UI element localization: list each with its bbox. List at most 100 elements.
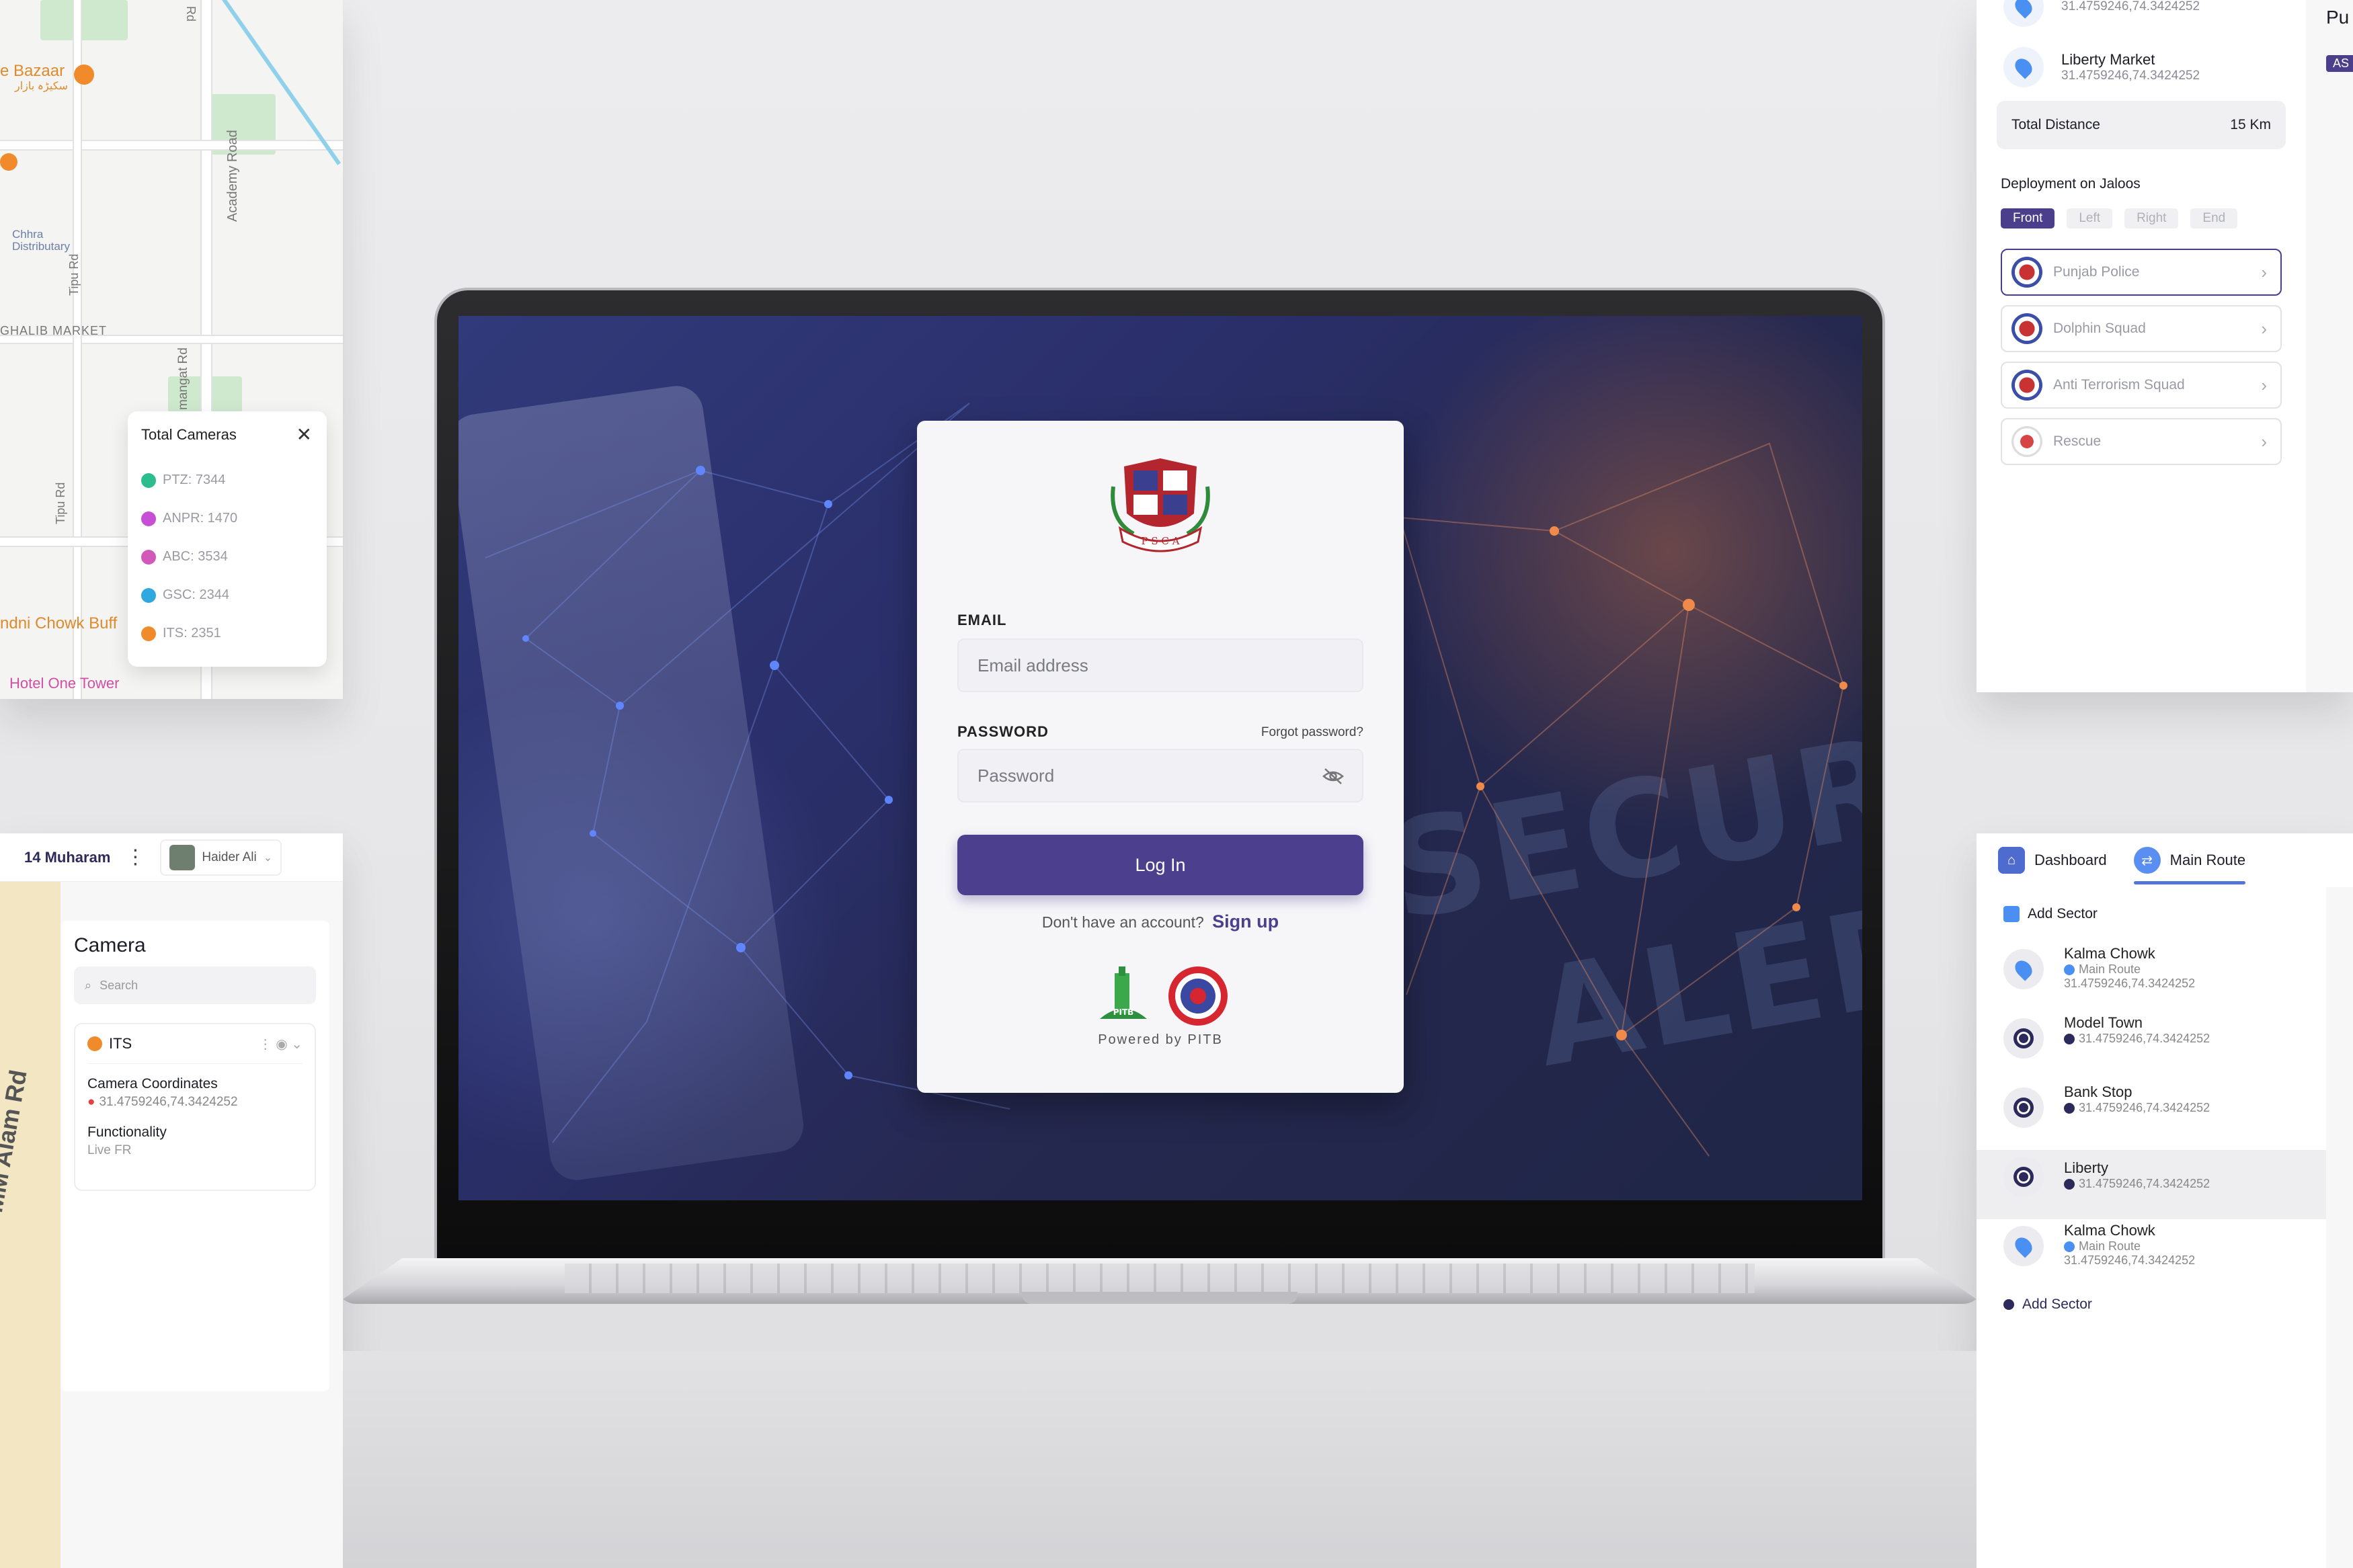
svg-text:PITB: PITB (1113, 1007, 1134, 1017)
camera-panel: Camera ⌕ Search ITS ⋮ ◉ ⌄ Camera Coordin… (61, 921, 329, 1391)
total-cameras-popup: Total Cameras ✕ PTZ: 7344 ANPR: 1470 ABC… (128, 411, 327, 667)
crest-text: P S C A (1142, 535, 1180, 547)
mockup-scene: e Bazaar سکیڑہ بازار Chhra Distributary … (0, 0, 2353, 1568)
squad-item-punjab-police[interactable]: Punjab Police › (2001, 249, 2282, 296)
punjab-police-logo (1168, 966, 1228, 1026)
forgot-password-link[interactable]: Forgot password? (1261, 725, 1363, 740)
sector-panel: Add Sector Kalma Chowk Main Route 31.47592… (1977, 887, 2326, 1568)
map-label: e Bazaar (0, 62, 65, 80)
chevron-right-icon: › (2261, 318, 2267, 339)
route-panel: 31.4759246,74.3424252 Liberty Market 31.… (1977, 0, 2306, 692)
chip-left[interactable]: Left (2067, 208, 2113, 229)
squad-item-anti-terrorism[interactable]: Anti Terrorism Squad › (2001, 362, 2282, 409)
chevron-down-icon: ⌄ (263, 852, 273, 864)
more-vertical-icon[interactable]: ⋮ (125, 845, 145, 869)
map-label: GHALIB MARKET (0, 324, 108, 337)
its-camera-icon (87, 1036, 102, 1051)
functionality-value: Live FR (87, 1143, 132, 1157)
location-row[interactable]: Liberty Market 31.4759246,74.3424252 (1977, 34, 2306, 101)
restaurant-icon[interactable] (74, 65, 94, 85)
map-road (74, 0, 81, 699)
map-label: Tipu Rd (54, 482, 67, 524)
rescue-logo (2011, 426, 2042, 457)
password-field[interactable] (957, 749, 1363, 802)
panel-title: Camera (74, 934, 146, 956)
location-pin-icon: ● (87, 1095, 95, 1109)
chip-end[interactable]: End (2190, 208, 2238, 229)
eye-off-icon[interactable] (1322, 766, 1345, 786)
add-sector-bottom[interactable]: Add Sector (1977, 1288, 2326, 1321)
route-details-card: 31.4759246,74.3424252 Liberty Market 31.… (1977, 0, 2353, 692)
abc-camera-icon (141, 549, 156, 565)
display-stand (343, 1351, 1977, 1568)
functionality-label: Functionality (87, 1124, 167, 1140)
location-pin-icon (2003, 949, 2044, 989)
camera-count-item: ANPR: 1470 (141, 499, 313, 538)
location-pin-icon (2003, 1226, 2044, 1266)
sector-item[interactable]: Model Town 31.4759246,74.3424252 (1977, 1012, 2326, 1081)
map-label: Chhra Distributary (12, 228, 70, 253)
sector-item[interactable]: Kalma Chowk Main Route 31.4759246,74.34242… (1977, 942, 2326, 1012)
gsc-camera-icon (141, 587, 156, 603)
popup-title: Total Cameras (141, 426, 237, 443)
route-icon: ⇄ (2133, 847, 2161, 874)
its-camera-icon (141, 626, 156, 641)
tab-dashboard[interactable]: ⌂ Dashboard (1998, 833, 2107, 887)
deployment-title: Deployment on Jaloos (2001, 176, 2141, 192)
password-label: PASSWORD (957, 723, 1049, 740)
chevron-right-icon: › (2261, 261, 2267, 282)
add-sector-top[interactable]: Add Sector (1977, 887, 2326, 942)
sector-item[interactable]: Liberty 31.4759246,74.3424252 (1977, 1150, 2326, 1219)
position-chips: Front Left Right End (1977, 208, 2306, 229)
total-distance-label: Total Distance (2011, 117, 2100, 132)
chip-right[interactable]: Right (2124, 208, 2179, 229)
search-icon: ⌕ (85, 978, 92, 992)
map-strip (0, 882, 61, 1568)
sector-dot-icon (2003, 1018, 2044, 1059)
squad-item-dolphin[interactable]: Dolphin Squad › (2001, 305, 2282, 352)
user-menu[interactable]: Haider Ali ⌄ (160, 839, 282, 876)
its-camera-item[interactable]: ITS ⋮ ◉ ⌄ Camera Coordinates ● 31.4759246… (74, 1023, 316, 1191)
location-row[interactable]: 31.4759246,74.3424252 (1977, 0, 2306, 27)
tab-bar: ⌂ Dashboard ⇄ Main Route (1977, 833, 2353, 887)
password-input[interactable] (978, 765, 1343, 786)
sector-dot-icon (2003, 1087, 2044, 1128)
chevron-right-icon: › (2261, 374, 2267, 395)
pitb-logo: PITB (1100, 966, 1147, 1019)
signup-link[interactable]: Sign up (1212, 911, 1279, 932)
sector-item[interactable]: Kalma Chowk Main Route 31.4759246,74.34242… (1977, 1219, 2326, 1288)
chip-front[interactable]: Front (2001, 208, 2055, 229)
coords-value: 31.4759246,74.3424252 (99, 1095, 238, 1109)
visibility-icon[interactable]: ⋮ ◉ ⌄ (259, 1036, 303, 1053)
tab-main-route[interactable]: ⇄ Main Route (2133, 833, 2245, 887)
location-pin-icon (2003, 47, 2044, 87)
camera-details-card: MM Alam Rd 14 Muharam ⋮ Haider Ali ⌄ Cam… (0, 833, 343, 1568)
squad-item-rescue[interactable]: Rescue › (2001, 418, 2282, 465)
search-input[interactable]: ⌕ Search (74, 966, 316, 1004)
edge-text: Pu (2326, 7, 2350, 28)
restaurant-icon[interactable] (0, 153, 17, 171)
camera-count-item: ITS: 2351 (141, 614, 313, 653)
map-label: Academy Road (225, 130, 240, 222)
sector-card: ⌂ Dashboard ⇄ Main Route Add Sector Kalma … (1977, 833, 2353, 1568)
close-icon[interactable]: ✕ (296, 423, 312, 446)
laptop: SECURI ALER P S C A EMAIL Email address … (336, 290, 1983, 1304)
map-label: سکیڑہ بازار (15, 81, 68, 92)
home-icon: ⌂ (1998, 847, 2025, 874)
no-account-text: Don't have an account? (1041, 913, 1204, 931)
email-field[interactable] (957, 638, 1363, 692)
map-label: Tipu Rd (67, 253, 81, 296)
chevron-right-icon: › (2261, 431, 2267, 452)
email-input[interactable] (978, 655, 1343, 676)
laptop-notch (1022, 1292, 1298, 1304)
avatar (169, 844, 196, 870)
sector-item[interactable]: Bank Stop 31.4759246,74.3424252 (1977, 1081, 2326, 1150)
edge-badge: AS (2326, 55, 2353, 72)
map-label: ndni Chowk Buff (0, 614, 118, 632)
login-button[interactable]: Log In (957, 835, 1363, 895)
event-name[interactable]: 14 Muharam (24, 849, 110, 866)
camera-count-item: GSC: 2344 (141, 576, 313, 614)
map-label: Hotel One Tower (9, 675, 120, 692)
dolphin-squad-logo (2011, 313, 2042, 344)
park-area (40, 0, 128, 40)
